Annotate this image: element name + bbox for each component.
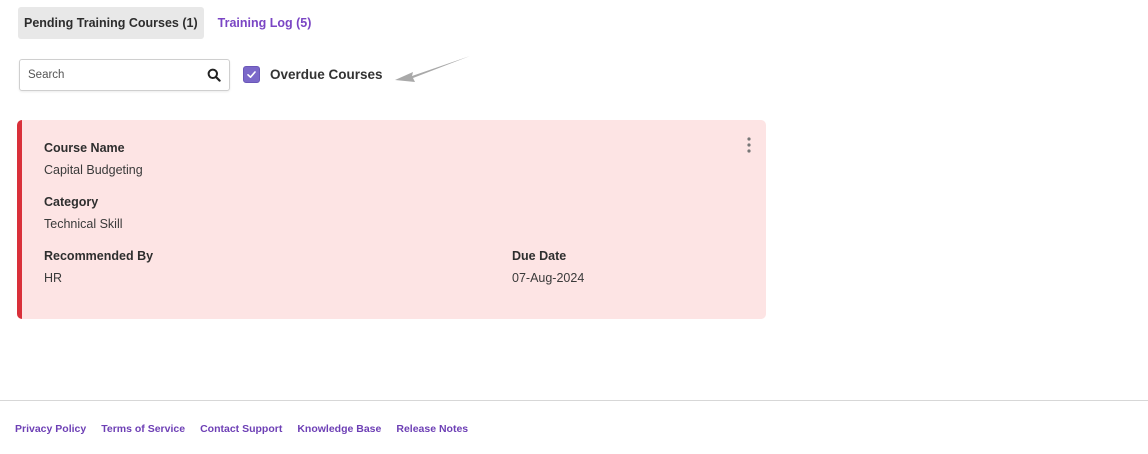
tab-pending-training-courses[interactable]: Pending Training Courses (1) [18,7,204,39]
footer-link-contact-support[interactable]: Contact Support [200,423,282,435]
footer-links: Privacy Policy Terms of Service Contact … [15,423,483,435]
category-value: Technical Skill [44,217,123,231]
overdue-courses-label[interactable]: Overdue Courses [270,67,383,82]
overdue-filter: Overdue Courses [243,66,383,83]
arrow-pointer-icon [395,56,470,82]
tab-bar: Pending Training Courses (1) Training Lo… [18,7,317,39]
footer-link-privacy-policy[interactable]: Privacy Policy [15,423,86,435]
search-input[interactable] [20,60,203,90]
tab-training-log[interactable]: Training Log (5) [212,7,318,39]
course-card: Course Name Capital Budgeting Category T… [17,120,766,319]
search-icon[interactable] [207,68,221,82]
page: Pending Training Courses (1) Training Lo… [0,0,1148,454]
checkmark-icon [247,71,256,78]
due-date-label: Due Date [512,249,567,263]
recommended-by-label: Recommended By [44,249,154,263]
overdue-courses-checkbox[interactable] [243,66,260,83]
recommended-by-value: HR [44,271,63,285]
footer-link-knowledge-base[interactable]: Knowledge Base [297,423,381,435]
due-date-value: 07-Aug-2024 [512,271,585,285]
footer-link-terms-of-service[interactable]: Terms of Service [101,423,185,435]
course-name-label: Course Name [44,141,125,155]
search-box [19,59,230,91]
course-name-value: Capital Budgeting [44,163,143,177]
footer-link-release-notes[interactable]: Release Notes [396,423,468,435]
footer-divider [0,400,1148,401]
more-options-icon[interactable] [742,136,756,154]
category-label: Category [44,195,99,209]
